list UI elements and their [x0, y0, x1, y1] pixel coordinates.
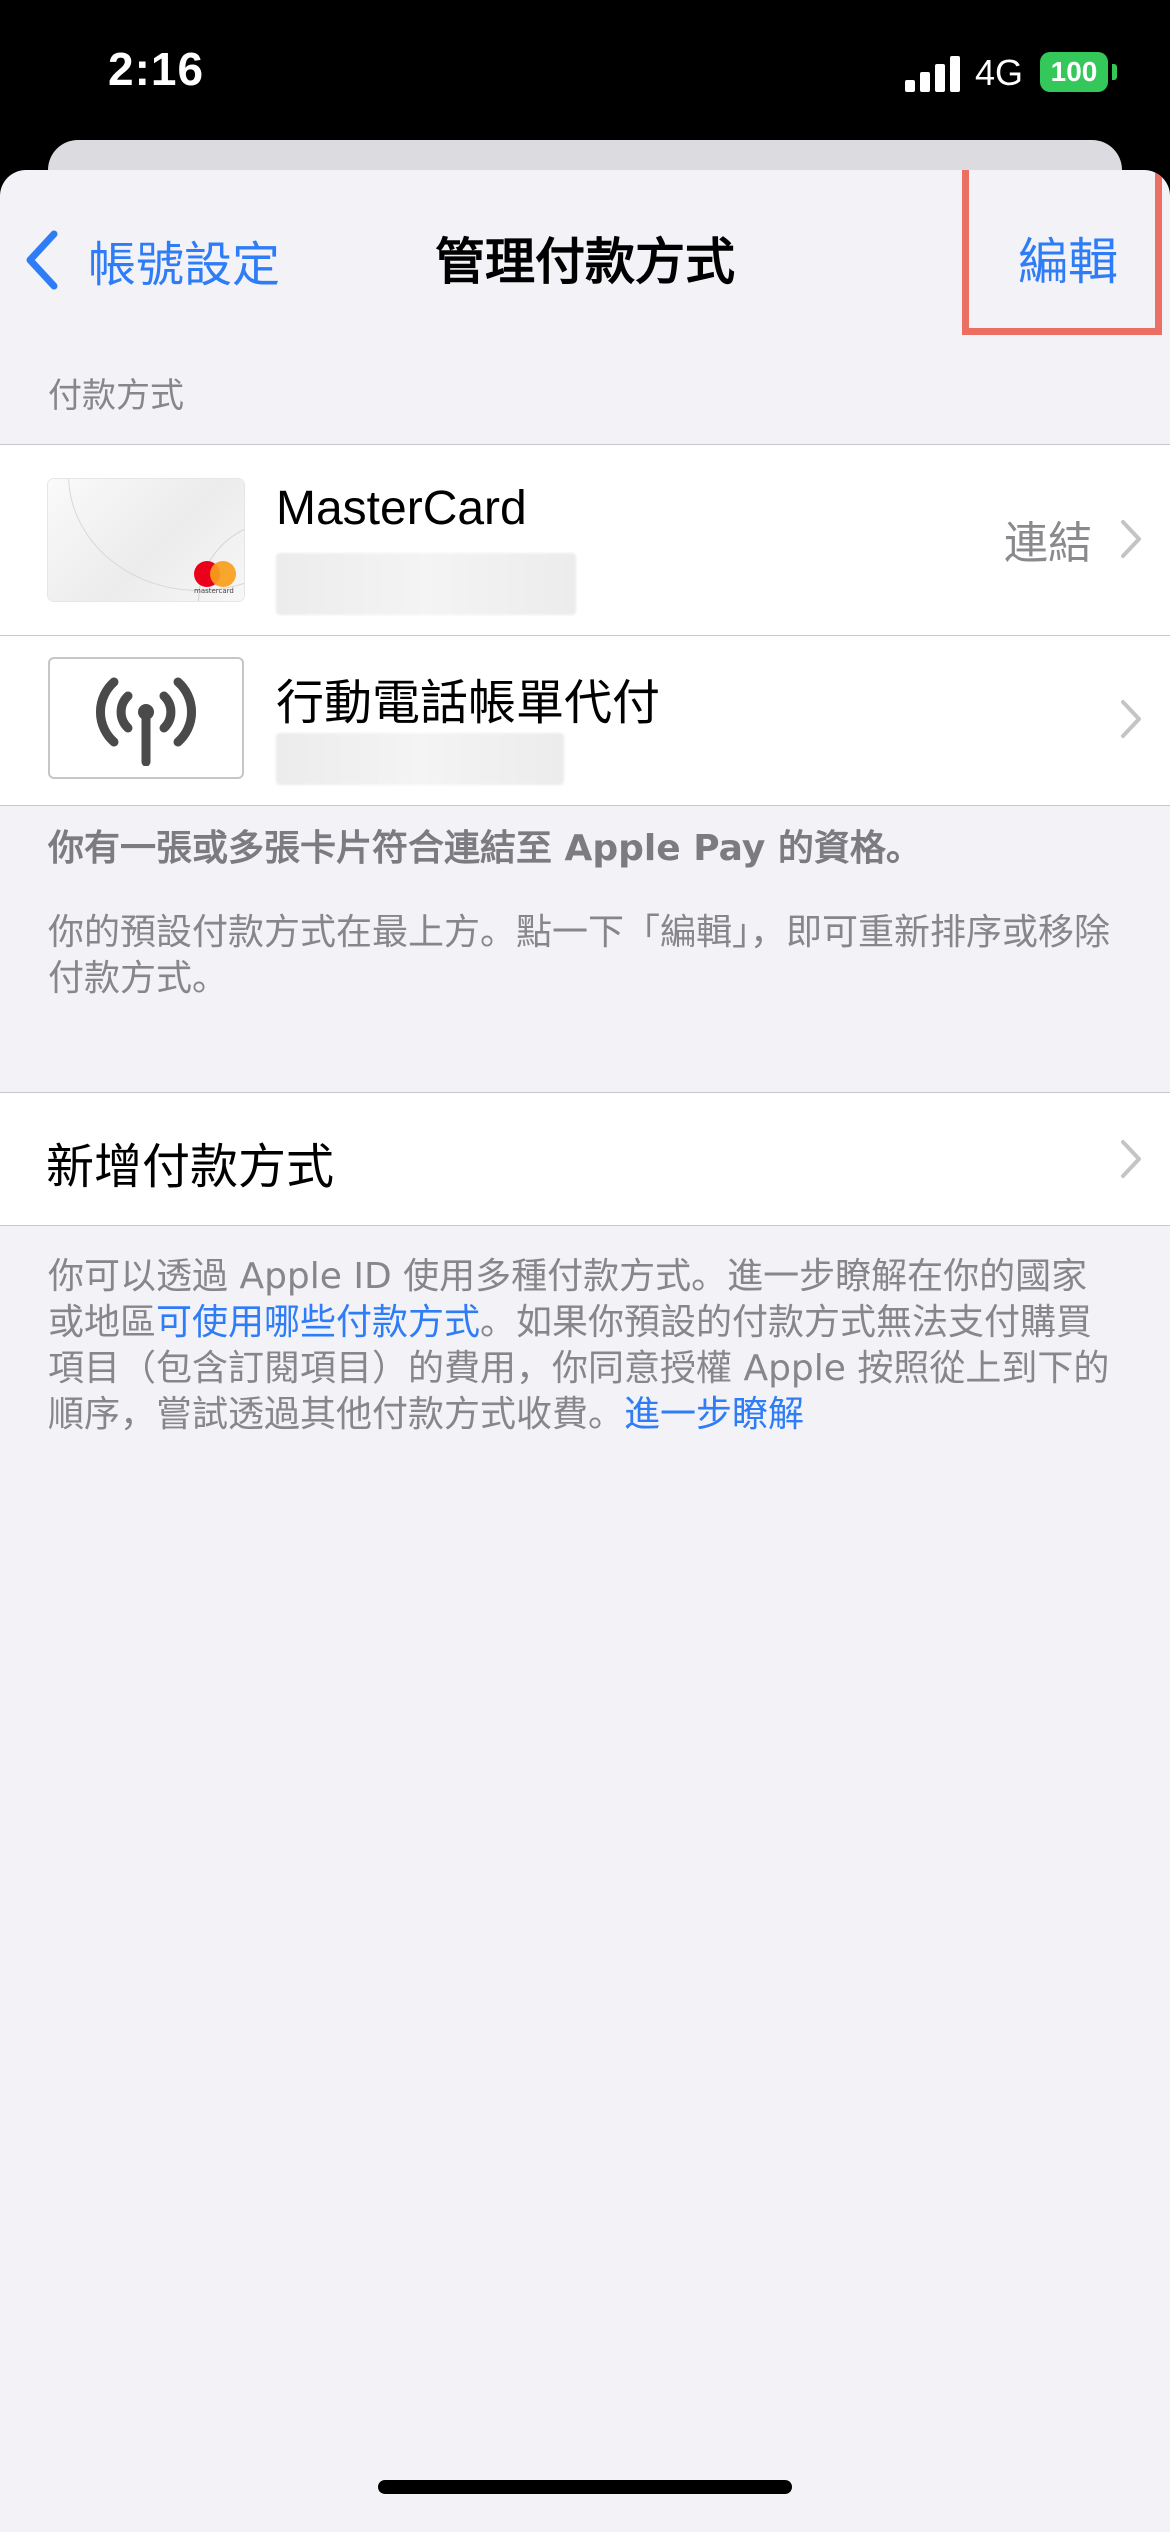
payment-info-note: 你可以透過 Apple ID 使用多種付款方式。進一步瞭解在你的國家或地區可使用… [48, 1254, 1122, 1438]
mastercard-logo-icon [194, 561, 238, 587]
cellular-signal-icon [905, 56, 961, 92]
payment-method-name: 行動電話帳單代付 [276, 675, 661, 731]
payment-method-name: MasterCard [276, 482, 527, 535]
payment-methods-list: mastercard MasterCard 連結 行動電話帳單代付 [0, 444, 1170, 806]
default-order-note: 你的預設付款方式在最上方。點一下「編輯」，即可重新排序或移除付款方式。 [48, 912, 1111, 999]
carrier-billing-thumb [48, 657, 244, 779]
payment-row-mastercard[interactable]: mastercard MasterCard 連結 [0, 445, 1170, 635]
battery-icon: 100 [1040, 52, 1108, 92]
chevron-right-icon [1121, 1140, 1141, 1178]
mastercard-wordmark: mastercard [194, 587, 234, 595]
add-payment-method-button[interactable]: 新增付款方式 [0, 1093, 1170, 1225]
add-method-group: 新增付款方式 [0, 1092, 1170, 1226]
status-time: 2:16 [108, 43, 205, 95]
learn-more-link[interactable]: 進一步瞭解 [624, 1394, 804, 1435]
payment-row-carrier-billing[interactable]: 行動電話帳單代付 [0, 635, 1170, 805]
chevron-right-icon [1121, 520, 1141, 558]
section-header: 付款方式 [48, 376, 184, 416]
payment-sheet: 帳號設定 管理付款方式 編輯 付款方式 mastercard MasterCar… [0, 170, 1170, 2532]
mastercard-card-image: mastercard [48, 479, 244, 601]
chevron-right-icon [1121, 700, 1141, 738]
redacted-card-number [276, 553, 576, 615]
apple-pay-eligibility-note: 你有一張或多張卡片符合連結至 Apple Pay 的資格。 [48, 828, 922, 869]
status-bar: 2:16 4G 100 [0, 0, 1170, 150]
cellular-antenna-icon [96, 677, 196, 766]
home-indicator[interactable] [378, 2480, 792, 2494]
battery-nub [1112, 64, 1117, 80]
navigation-bar: 帳號設定 管理付款方式 編輯 [0, 170, 1170, 340]
network-type: 4G [975, 52, 1024, 93]
redacted-phone-number [276, 733, 564, 785]
link-status: 連結 [1004, 518, 1092, 569]
add-payment-method-label: 新增付款方式 [46, 1139, 335, 1195]
edit-button[interactable]: 編輯 [1018, 222, 1118, 294]
available-methods-link[interactable]: 可使用哪些付款方式 [156, 1302, 480, 1343]
